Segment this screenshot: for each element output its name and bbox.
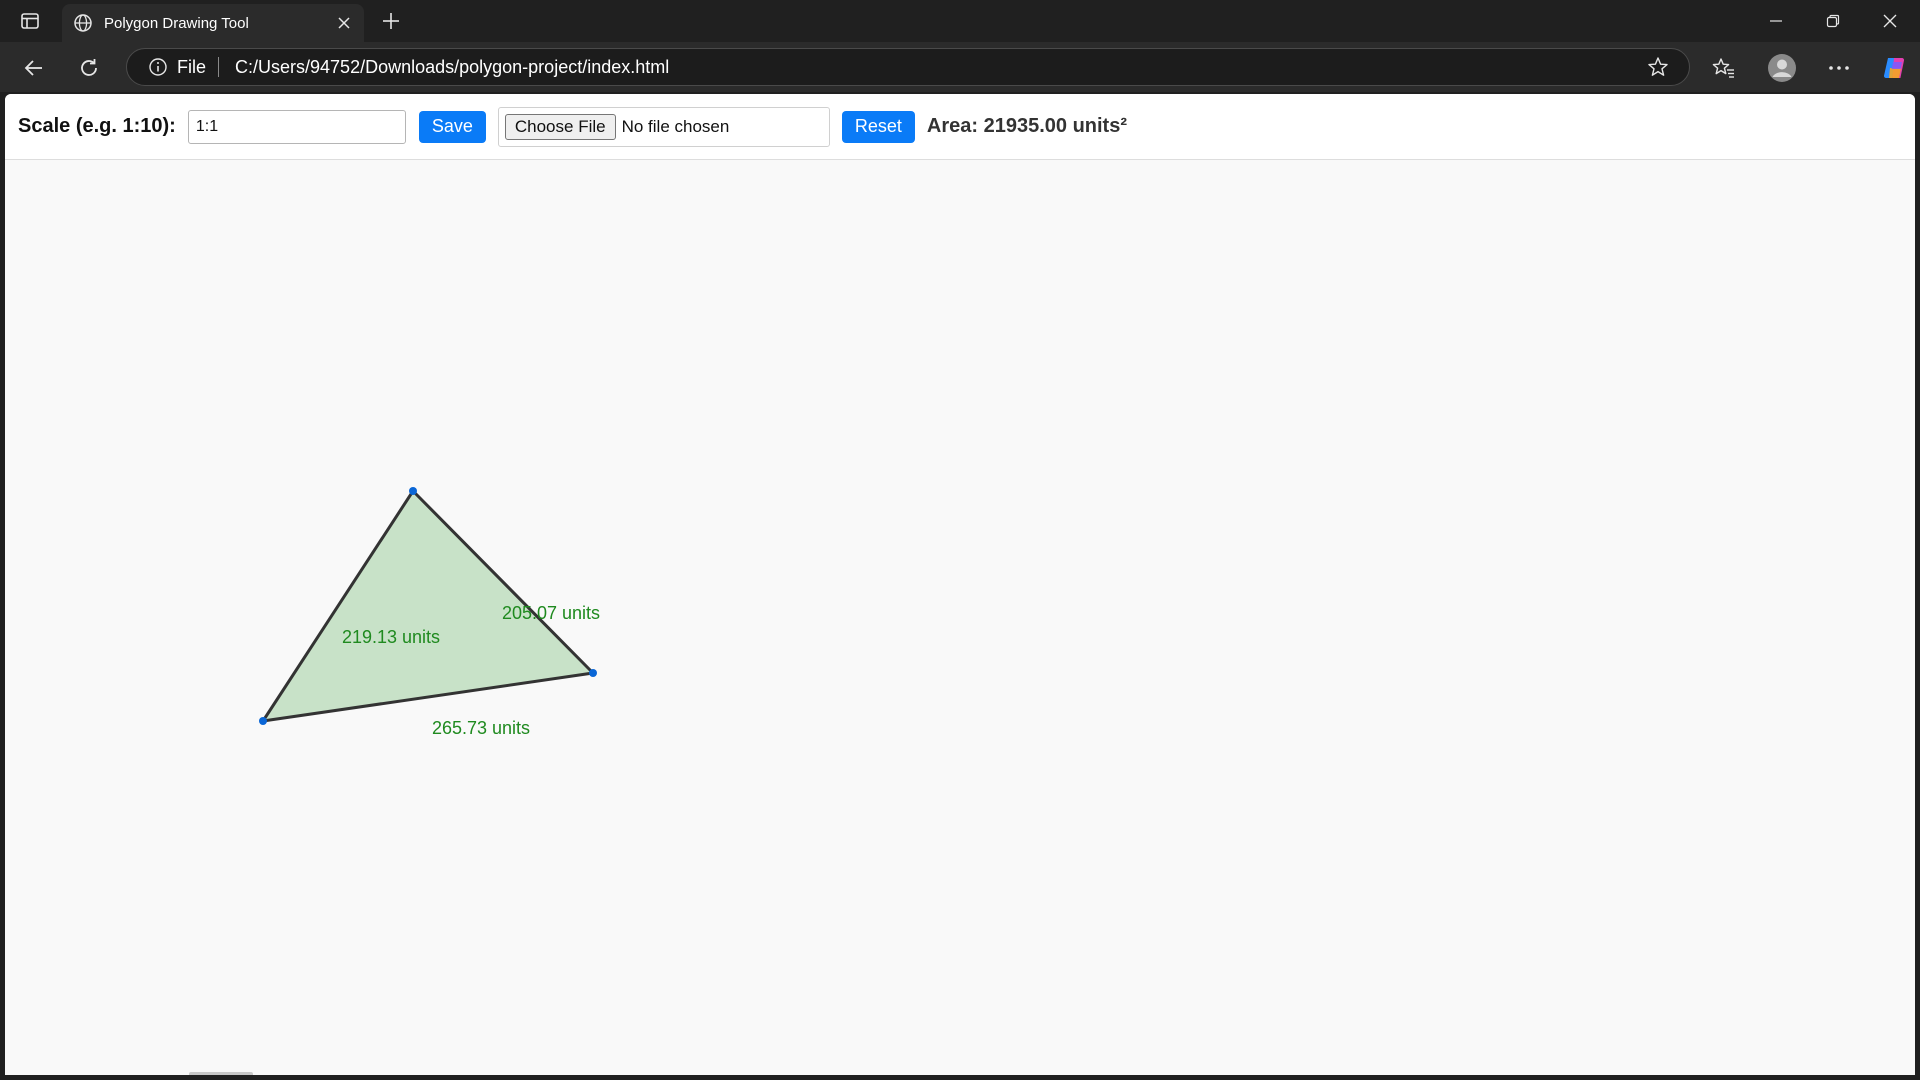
restore-icon[interactable] — [1805, 0, 1861, 42]
address-scheme: File — [177, 56, 207, 77]
save-button[interactable]: Save — [418, 110, 486, 143]
favorites-icon[interactable] — [1706, 50, 1742, 86]
edge-label: 205.07 units — [502, 603, 600, 623]
info-icon[interactable] — [147, 56, 169, 78]
scale-label: Scale (e.g. 1:10): — [18, 115, 176, 137]
minimize-icon[interactable] — [1748, 0, 1804, 42]
choose-file-button[interactable]: Choose File — [504, 113, 616, 140]
edge-label: 219.13 units — [342, 627, 440, 647]
browser-toolbar: File C:/Users/94752/Downloads/polygon-pr… — [0, 42, 1920, 92]
vertex-handle[interactable] — [259, 717, 267, 725]
close-tab-icon[interactable] — [330, 9, 358, 37]
url-text[interactable]: C:/Users/94752/Downloads/polygon-project… — [235, 57, 1645, 78]
browser-window: Polygon Drawing Tool File C:/Users/94752… — [0, 0, 1920, 1080]
scrollbar-thumb[interactable] — [189, 1072, 253, 1075]
page-viewport: Scale (e.g. 1:10): Save Choose File No f… — [5, 94, 1915, 1075]
file-input[interactable]: Choose File No file chosen — [497, 106, 830, 147]
close-window-icon[interactable] — [1862, 0, 1918, 42]
refresh-icon[interactable] — [71, 50, 107, 86]
back-arrow-icon[interactable] — [16, 50, 52, 86]
scale-input[interactable] — [187, 109, 406, 144]
address-bar[interactable]: File C:/Users/94752/Downloads/polygon-pr… — [126, 48, 1690, 86]
tab-strip: Polygon Drawing Tool — [0, 0, 1920, 42]
vertex-handle[interactable] — [409, 487, 417, 495]
globe-icon — [72, 12, 94, 34]
drawing-canvas[interactable]: 219.13 units 205.07 units 265.73 units — [5, 160, 1915, 1075]
profile-avatar-icon[interactable] — [1764, 50, 1800, 86]
tab-polygon-drawing-tool[interactable]: Polygon Drawing Tool — [62, 4, 364, 42]
copilot-icon[interactable] — [1877, 50, 1913, 86]
reset-button[interactable]: Reset — [841, 110, 915, 143]
sidebar-toggle-icon[interactable] — [12, 5, 48, 37]
more-options-icon[interactable] — [1821, 50, 1857, 86]
file-status-text: No file chosen — [621, 116, 730, 136]
tab-title: Polygon Drawing Tool — [104, 14, 249, 32]
area-readout: Area: 21935.00 units² — [926, 115, 1128, 137]
controls-bar: Scale (e.g. 1:10): Save Choose File No f… — [5, 94, 1915, 160]
vertex-handle[interactable] — [589, 669, 597, 677]
favorite-star-icon[interactable] — [1645, 54, 1671, 80]
edge-label: 265.73 units — [432, 718, 530, 738]
address-separator — [218, 57, 220, 77]
new-tab-icon[interactable] — [376, 6, 406, 36]
